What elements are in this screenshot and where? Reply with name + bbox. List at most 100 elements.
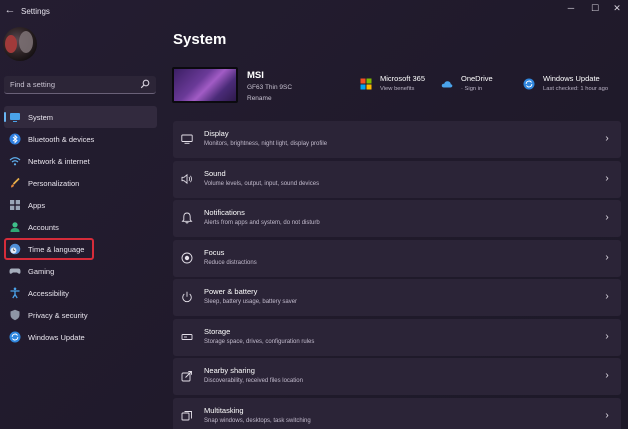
quick-link-subtitle: · Sign in [461, 86, 483, 92]
chevron-right-icon: › [605, 370, 609, 381]
sidebar-item-accounts[interactable]: Accounts [4, 216, 157, 238]
card-title: Display [204, 129, 229, 138]
quick-link-title: OneDrive [461, 74, 493, 83]
search-icon [140, 79, 150, 89]
power-icon [182, 291, 192, 303]
title-bar: ← Settings ─ ☐ ✕ [0, 0, 628, 24]
update-icon [523, 78, 535, 90]
sidebar-item-label: Windows Update [28, 332, 85, 342]
device-name: MSI [247, 70, 264, 81]
storage-icon [181, 333, 193, 340]
sidebar-item-label: Bluetooth & devices [28, 134, 95, 144]
sidebar-item-label: Network & internet [28, 156, 90, 166]
update-icon [9, 331, 21, 343]
page-title: System [173, 31, 227, 48]
card-title: Multitasking [204, 405, 244, 415]
sidebar-item-label: System [28, 112, 54, 122]
rename-link[interactable]: Rename [247, 95, 272, 102]
card-title: Power & battery [204, 287, 258, 296]
card-title: Notifications [204, 208, 245, 217]
sidebar-item-personalization[interactable]: Personalization [4, 172, 157, 194]
chevron-right-icon: › [605, 409, 609, 421]
sidebar-item-privacy[interactable]: Privacy & security [4, 304, 157, 326]
chevron-right-icon: › [605, 330, 609, 342]
sidebar-item-gaming[interactable]: Gaming [4, 260, 157, 282]
sidebar-item-accessibility[interactable]: Accessibility [4, 282, 157, 304]
setting-card-multitasking[interactable]: Multitasking Snap windows, desktops, tas… [173, 397, 621, 429]
back-arrow-icon[interactable]: ← [3, 3, 17, 17]
settings-window: ← Settings ─ ☐ ✕ Find a setting System B… [0, 0, 628, 429]
card-title: Storage [204, 326, 231, 336]
sidebar-item-time-language[interactable]: Time & language [4, 238, 94, 260]
avatar[interactable] [3, 27, 37, 61]
quick-link-title: Microsoft 365 [380, 74, 426, 83]
sidebar-nav: System Bluetooth & devices Network & int… [4, 106, 157, 348]
chevron-right-icon: › [605, 251, 609, 263]
sidebar-item-label: Privacy & security [28, 310, 88, 320]
sidebar-item-label: Accounts [28, 222, 59, 232]
cloud-icon [441, 81, 453, 88]
shield-icon [10, 309, 20, 321]
quick-link-title: Windows Update [543, 74, 600, 83]
chevron-right-icon: › [605, 212, 609, 223]
setting-card-power-battery[interactable]: Power & battery Sleep, battery usage, ba… [173, 279, 621, 316]
card-subtitle: Discoverability, received files location [204, 378, 303, 384]
monitor-icon [181, 134, 193, 144]
setting-card-notifications[interactable]: Notifications Alerts from apps and syste… [173, 200, 621, 237]
card-subtitle: Sleep, battery usage, battery saver [204, 299, 298, 305]
maximize-button[interactable]: ☐ [584, 1, 606, 15]
minimize-button[interactable]: ─ [560, 1, 582, 15]
sidebar-item-label: Gaming [28, 266, 55, 276]
system-icon [10, 113, 20, 122]
close-button[interactable]: ✕ [606, 1, 628, 15]
focus-icon [181, 252, 193, 263]
sidebar-item-network[interactable]: Network & internet [4, 150, 157, 172]
sidebar-item-apps[interactable]: Apps [4, 194, 157, 216]
card-subtitle: Volume levels, output, input, sound devi… [204, 180, 320, 187]
share-icon [181, 371, 192, 382]
microsoft-logo-icon [360, 78, 372, 90]
globe-clock-icon [9, 243, 21, 255]
card-title: Focus [204, 247, 225, 257]
device-wallpaper-thumbnail [172, 67, 238, 103]
card-subtitle: Storage space, drives, configuration rul… [204, 338, 315, 345]
settings-list: Display Monitors, brightness, night ligh… [173, 121, 621, 429]
gamepad-icon [9, 268, 21, 274]
setting-card-display[interactable]: Display Monitors, brightness, night ligh… [173, 121, 621, 158]
sidebar-item-bluetooth[interactable]: Bluetooth & devices [4, 128, 157, 150]
quick-link-subtitle: Last checked: 1 hour ago [543, 86, 609, 92]
app-title: Settings [21, 7, 50, 16]
sidebar-item-system[interactable]: System [4, 106, 157, 128]
accessibility-icon [10, 287, 20, 299]
bluetooth-icon [9, 133, 21, 145]
sidebar-item-label: Apps [28, 200, 46, 210]
sidebar-item-label: Personalization [28, 178, 80, 188]
speaker-icon [181, 173, 192, 184]
sidebar-item-label: Time & language [28, 244, 85, 254]
sidebar-item-windows-update[interactable]: Windows Update [4, 326, 157, 348]
device-model: GF63 Thin 9SC [247, 84, 293, 91]
card-subtitle: Monitors, brightness, night light, displ… [204, 141, 328, 147]
apps-icon [10, 200, 20, 210]
wifi-icon [9, 157, 21, 166]
person-icon [10, 222, 20, 232]
card-subtitle: Reduce distractions [204, 259, 257, 266]
setting-card-sound[interactable]: Sound Volume levels, output, input, soun… [173, 160, 621, 198]
card-title: Nearby sharing [204, 366, 255, 375]
card-subtitle: Snap windows, desktops, task switching [204, 417, 311, 424]
brush-icon [11, 177, 20, 188]
card-title: Sound [204, 168, 226, 178]
chevron-right-icon: › [605, 133, 609, 144]
chevron-right-icon: › [605, 291, 609, 302]
search-placeholder: Find a setting [10, 80, 56, 89]
setting-card-nearby-sharing[interactable]: Nearby sharing Discoverability, received… [173, 358, 621, 395]
quick-link-subtitle: View benefits [380, 86, 415, 92]
multitask-icon [181, 410, 192, 420]
bell-icon [181, 212, 193, 224]
chevron-right-icon: › [605, 172, 609, 184]
setting-card-focus[interactable]: Focus Reduce distractions › [173, 239, 621, 277]
sidebar-item-label: Accessibility [28, 288, 69, 298]
search-input[interactable]: Find a setting [4, 76, 156, 94]
card-subtitle: Alerts from apps and system, do not dist… [204, 220, 320, 226]
setting-card-storage[interactable]: Storage Storage space, drives, configura… [173, 318, 621, 356]
